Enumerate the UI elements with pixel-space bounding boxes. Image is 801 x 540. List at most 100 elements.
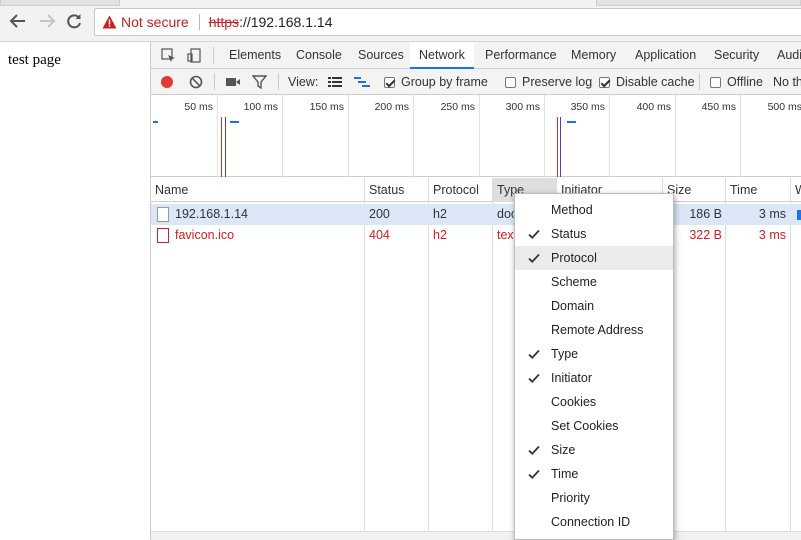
menu-item-connection-id[interactable]: Connection ID bbox=[515, 510, 673, 534]
group-by-frame-label: Group by frame bbox=[401, 75, 488, 89]
checkbox-box bbox=[710, 76, 721, 88]
page-body-text: test page bbox=[8, 52, 61, 68]
toolbar-divider bbox=[213, 47, 214, 64]
menu-item-label: Domain bbox=[551, 299, 595, 313]
throttling-select[interactable]: No throttling bbox=[773, 75, 801, 89]
overview-tick-label: 100 ms bbox=[243, 101, 278, 113]
inspect-element-button[interactable] bbox=[160, 47, 176, 63]
url-host: ://192.168.1.14 bbox=[239, 14, 333, 30]
menu-item-label: Size bbox=[551, 443, 576, 457]
overview-tick-label: 250 ms bbox=[440, 101, 475, 113]
device-mode-icon bbox=[186, 47, 201, 63]
tab-elements[interactable]: Elements bbox=[229, 42, 281, 69]
checkmark-icon bbox=[528, 229, 540, 239]
checkmark-icon bbox=[528, 349, 540, 359]
clear-button[interactable] bbox=[189, 75, 203, 89]
load-event-line bbox=[221, 117, 222, 177]
tab-console[interactable]: Console bbox=[296, 42, 342, 69]
overview-tick-label: 150 ms bbox=[309, 101, 344, 113]
column-header-waterfall[interactable]: Waterfall bbox=[791, 178, 801, 202]
capture-screenshots-button[interactable] bbox=[225, 75, 241, 89]
record-button[interactable] bbox=[160, 75, 174, 89]
dom-content-loaded-line bbox=[560, 117, 561, 177]
menu-item-initiator[interactable]: Initiator bbox=[515, 366, 673, 390]
overview-toggle-button[interactable] bbox=[354, 75, 370, 89]
checkbox-box bbox=[599, 76, 610, 88]
overview-gridline bbox=[609, 95, 610, 177]
cell-protocol: h2 bbox=[433, 228, 447, 242]
preserve-log-checkbox[interactable]: Preserve log bbox=[505, 75, 592, 89]
checkbox-box bbox=[505, 76, 516, 88]
menu-item-scheme[interactable]: Scheme bbox=[515, 270, 673, 294]
page-viewport: test page bbox=[0, 42, 150, 540]
column-header-name[interactable]: Name bbox=[151, 178, 365, 202]
security-label[interactable]: Not secure bbox=[121, 14, 189, 30]
disable-cache-checkbox[interactable]: Disable cache bbox=[599, 75, 695, 89]
tab-security[interactable]: Security bbox=[714, 42, 759, 69]
address-bar[interactable]: Not secure https://192.168.1.14 bbox=[94, 8, 801, 36]
table-row[interactable]: 192.168.1.14200h2document186 B3 ms bbox=[151, 204, 801, 225]
menu-item-set-cookies[interactable]: Set Cookies bbox=[515, 414, 673, 438]
large-rows-button[interactable] bbox=[328, 75, 342, 89]
list-view-icon bbox=[328, 77, 342, 87]
menu-item-cookies[interactable]: Cookies bbox=[515, 390, 673, 414]
menu-item-time[interactable]: Time bbox=[515, 462, 673, 486]
back-button[interactable] bbox=[7, 10, 29, 32]
overview-tick-label: 350 ms bbox=[570, 101, 605, 113]
menu-item-label: Remote Address bbox=[551, 323, 644, 337]
tab-network[interactable]: Network bbox=[410, 42, 474, 69]
menu-item-status[interactable]: Status bbox=[515, 222, 673, 246]
device-toolbar-button[interactable] bbox=[186, 47, 202, 63]
group-by-frame-checkbox[interactable]: Group by frame bbox=[384, 75, 488, 89]
overview-gridline bbox=[740, 95, 741, 177]
checkmark-icon bbox=[528, 445, 540, 455]
menu-item-priority[interactable]: Priority bbox=[515, 486, 673, 510]
menu-item-label: Protocol bbox=[551, 251, 597, 265]
tab-performance[interactable]: Performance bbox=[485, 42, 557, 69]
filter-funnel-icon bbox=[252, 75, 267, 89]
devtools-tabbar: Elements Console Sources Network Performance… bbox=[151, 42, 801, 69]
offline-checkbox[interactable]: Offline bbox=[710, 75, 763, 89]
network-overview: 50 ms 100 ms 150 ms 200 ms 250 ms 300 ms 350 m… bbox=[151, 95, 801, 177]
cell-name: favicon.ico bbox=[175, 228, 235, 242]
overview-gridline bbox=[282, 95, 283, 177]
menu-item-label: Initiator bbox=[551, 371, 592, 385]
menu-item-remote-address[interactable]: Remote Address bbox=[515, 318, 673, 342]
cell-status: 404 bbox=[369, 228, 390, 242]
table-row[interactable]: favicon.ico404h2text/html322 B3 ms bbox=[151, 225, 801, 246]
overview-gridline bbox=[413, 95, 414, 177]
checkmark-icon bbox=[528, 469, 540, 479]
tab-audits[interactable]: Audits bbox=[777, 42, 801, 69]
forward-button[interactable] bbox=[36, 10, 58, 32]
cell-protocol: h2 bbox=[433, 207, 447, 221]
horizontal-scrollbar[interactable] bbox=[151, 531, 801, 540]
reload-button[interactable] bbox=[63, 10, 85, 32]
tab-sources[interactable]: Sources bbox=[358, 42, 404, 69]
tab-memory[interactable]: Memory bbox=[571, 42, 616, 69]
tab-strip-right bbox=[596, 0, 801, 6]
network-request-table: Name Status Protocol Type Initiator Size Time W… bbox=[151, 178, 801, 540]
column-header-status[interactable]: Status bbox=[365, 178, 429, 202]
toolbar-divider bbox=[214, 73, 215, 90]
overview-request-bar bbox=[230, 121, 239, 123]
menu-item-domain[interactable]: Domain bbox=[515, 294, 673, 318]
menu-item-label: Time bbox=[551, 467, 579, 481]
menu-item-size[interactable]: Size bbox=[515, 438, 673, 462]
menu-item-protocol[interactable]: Protocol bbox=[515, 246, 673, 270]
inspect-cursor-icon bbox=[160, 47, 175, 62]
waterfall-bar bbox=[797, 210, 801, 220]
browser-toolbar: Not secure https://192.168.1.14 bbox=[0, 0, 801, 42]
column-header-time[interactable]: Time bbox=[726, 178, 791, 202]
menu-item-label: Priority bbox=[551, 491, 590, 505]
disable-cache-label: Disable cache bbox=[616, 75, 695, 89]
tab-application[interactable]: Application bbox=[635, 42, 696, 69]
menu-item-label: Status bbox=[551, 227, 587, 241]
filter-button[interactable] bbox=[252, 75, 267, 89]
cell-name: 192.168.1.14 bbox=[175, 207, 248, 221]
menu-item-type[interactable]: Type bbox=[515, 342, 673, 366]
menu-item-method[interactable]: Method bbox=[515, 198, 673, 222]
toolbar-divider bbox=[278, 73, 279, 90]
column-header-protocol[interactable]: Protocol bbox=[429, 178, 493, 202]
network-toolbar: View: Group by frame Preserve log Disabl… bbox=[151, 69, 801, 95]
overview-tick-label: 200 ms bbox=[374, 101, 409, 113]
